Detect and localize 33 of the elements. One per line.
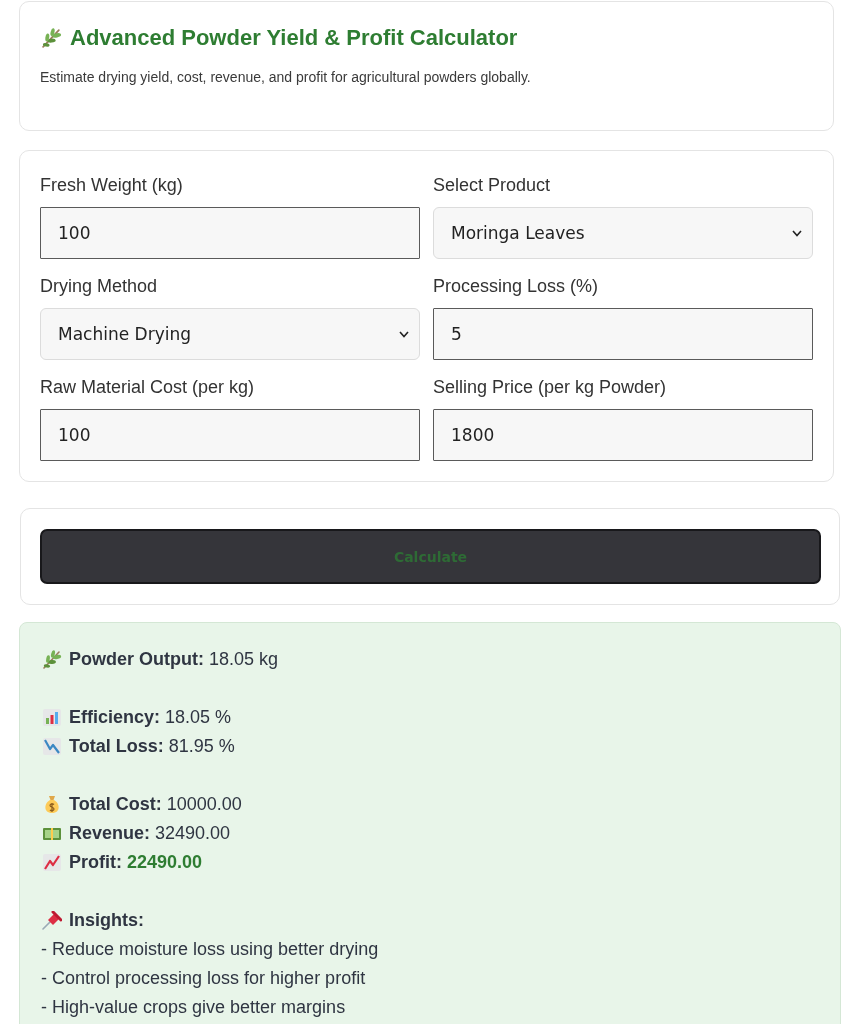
pushpin-icon [42, 911, 62, 930]
field-label: Fresh Weight (kg) [40, 175, 183, 196]
input-field[interactable]: 1800 [433, 409, 813, 461]
result-line: Efficiency: 18.05 % [69, 706, 232, 729]
field-label: Raw Material Cost (per kg) [40, 377, 255, 398]
result-line: Profit: 22490.00 [69, 851, 203, 874]
result-line: Total Loss: 81.95 % [69, 735, 235, 758]
page-title: Advanced Powder Yield & Profit Calculator [70, 25, 518, 51]
bar-chart-icon [42, 708, 62, 727]
insight-item: - Control processing loss for higher profit [41, 967, 366, 990]
dropdown[interactable]: Moringa Leaves [433, 207, 813, 259]
chevron-down-icon [399, 330, 409, 338]
money-bag-icon [42, 795, 62, 814]
field-label: Processing Loss (%) [433, 276, 599, 297]
herb-icon [42, 650, 62, 669]
dropdown[interactable]: Machine Drying [40, 308, 420, 360]
herb-icon [41, 28, 62, 48]
input-field[interactable]: 5 [433, 308, 813, 360]
field-label: Select Product [433, 175, 551, 196]
chart-up-icon [42, 853, 62, 872]
field-label: Selling Price (per kg Powder) [433, 377, 667, 398]
insight-item: - Reduce moisture loss using better drying [41, 938, 379, 961]
chart-down-icon [42, 737, 62, 756]
result-line: Total Cost: 10000.00 [69, 793, 242, 816]
insights-heading: Insights: [69, 909, 144, 932]
page-subtitle: Estimate drying yield, cost, revenue, and profit for agricultural powders globally. [40, 68, 532, 86]
chevron-down-icon [792, 229, 802, 237]
input-field[interactable]: 100 [40, 409, 420, 461]
input-field[interactable]: 100 [40, 207, 420, 259]
result-line: Powder Output: 18.05 kg [69, 648, 279, 671]
field-label: Drying Method [40, 276, 158, 297]
result-line: Revenue: 32490.00 [69, 822, 231, 845]
insight-item: - High-value crops give better margins [41, 996, 346, 1019]
